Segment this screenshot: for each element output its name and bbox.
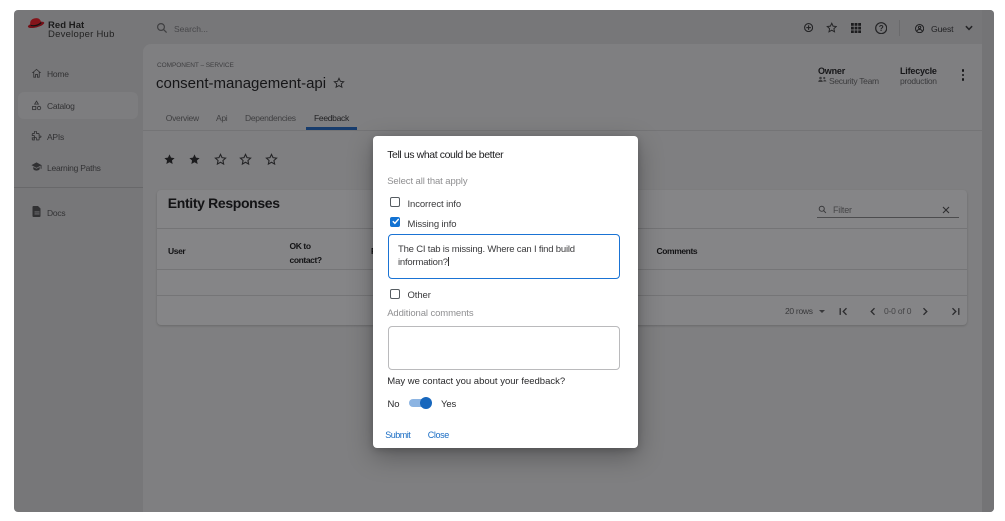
svg-text:?: ? bbox=[878, 24, 883, 33]
